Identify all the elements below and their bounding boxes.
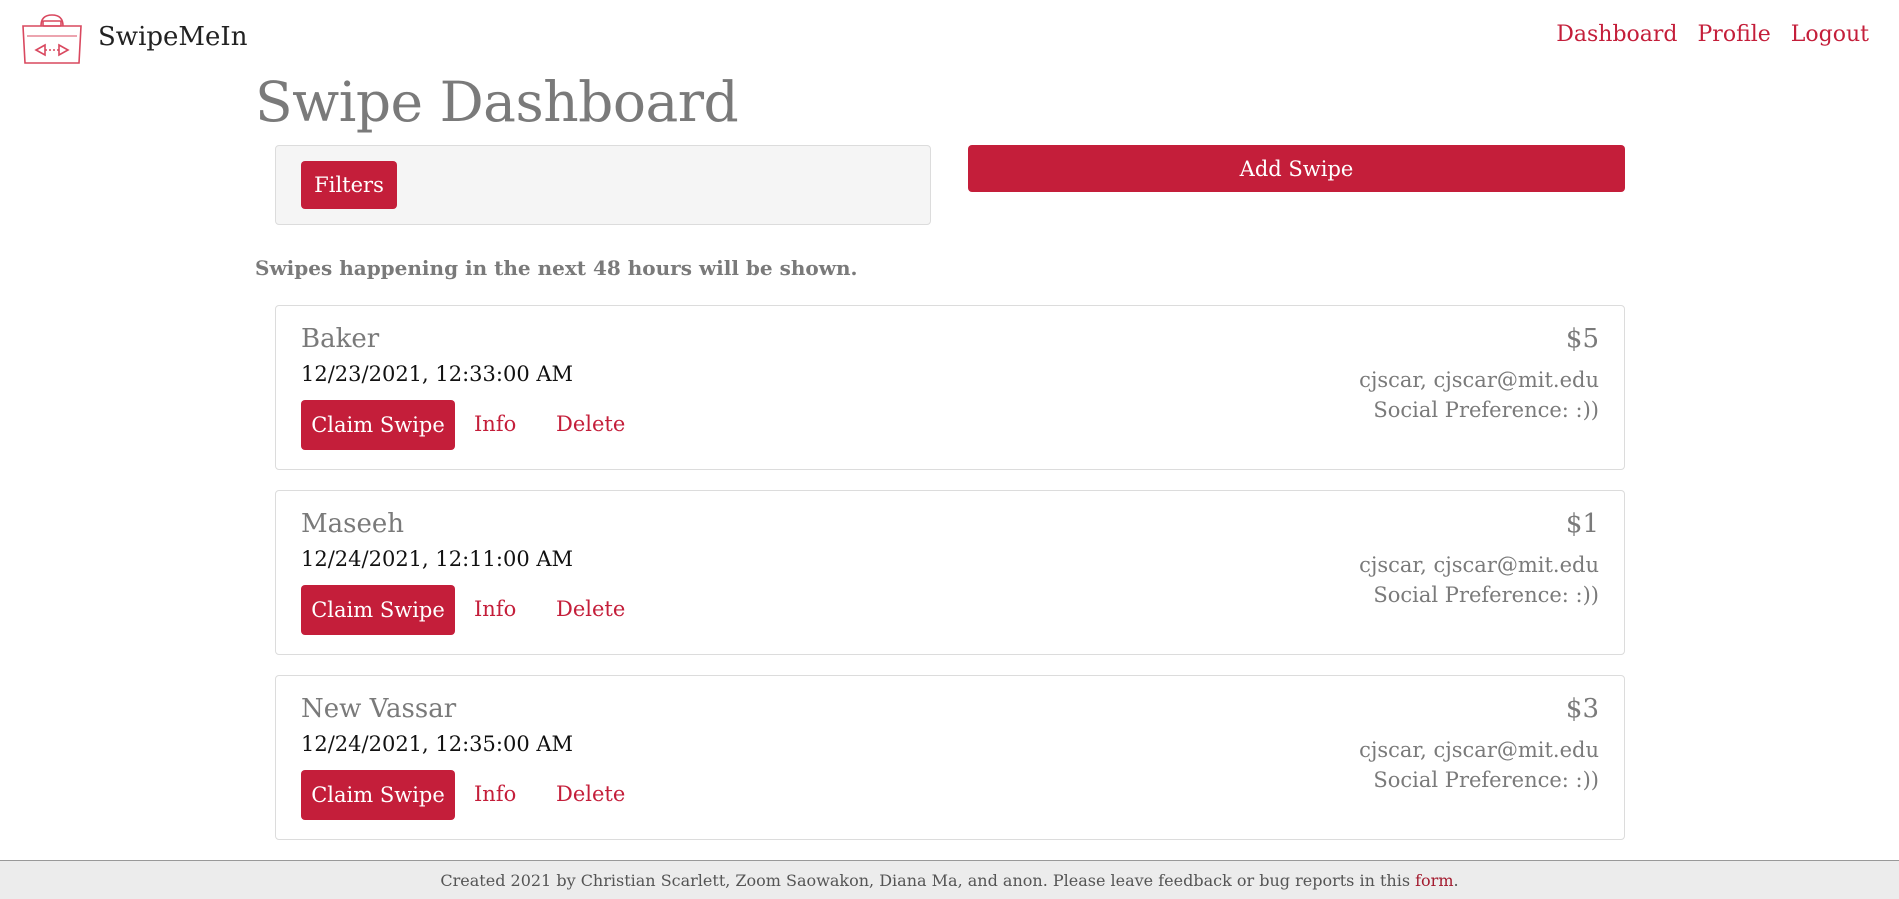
swipe-datetime: 12/24/2021, 12:35:00 AM — [301, 732, 574, 756]
delete-link[interactable]: Delete — [556, 412, 625, 436]
brand[interactable]: SwipeMeIn — [19, 12, 247, 65]
add-swipe-button[interactable]: Add Swipe — [968, 145, 1625, 192]
nav-logout-link[interactable]: Logout — [1791, 22, 1869, 47]
swipe-card: Maseeh 12/24/2021, 12:11:00 AM Claim Swi… — [275, 490, 1625, 655]
swipe-price: $1 — [1565, 509, 1599, 539]
swipe-datetime: 12/24/2021, 12:11:00 AM — [301, 547, 574, 571]
footer-credits: Created 2021 by Christian Scarlett, Zoom… — [440, 871, 1416, 890]
footer-suffix: . — [1453, 871, 1459, 890]
claim-swipe-button[interactable]: Claim Swipe — [301, 770, 455, 820]
swipe-location: New Vassar — [301, 694, 457, 724]
nav-links: Dashboard Profile Logout — [1556, 22, 1869, 47]
swipe-location: Maseeh — [301, 509, 404, 539]
social-preference: Social Preference: :)) — [1373, 398, 1599, 422]
info-link[interactable]: Info — [474, 597, 516, 621]
social-preference: Social Preference: :)) — [1373, 768, 1599, 792]
footer: Created 2021 by Christian Scarlett, Zoom… — [0, 860, 1899, 899]
swipe-price: $3 — [1565, 694, 1599, 724]
swipe-card: New Vassar 12/24/2021, 12:35:00 AM Claim… — [275, 675, 1625, 840]
swipe-datetime: 12/23/2021, 12:33:00 AM — [301, 362, 574, 386]
swipe-card: Baker 12/23/2021, 12:33:00 AM Claim Swip… — [275, 305, 1625, 470]
swipe-card-logo-icon — [22, 14, 82, 64]
brand-name: SwipeMeIn — [98, 22, 248, 52]
claim-swipe-button[interactable]: Claim Swipe — [301, 400, 455, 450]
delete-link[interactable]: Delete — [556, 597, 625, 621]
nav-profile-link[interactable]: Profile — [1698, 22, 1771, 47]
swipe-owner: cjscar, cjscar@mit.edu — [1359, 553, 1599, 577]
top-navbar: SwipeMeIn Dashboard Profile Logout — [0, 0, 1899, 76]
swipe-location: Baker — [301, 324, 380, 354]
swipe-owner: cjscar, cjscar@mit.edu — [1359, 738, 1599, 762]
info-link[interactable]: Info — [474, 782, 516, 806]
feedback-form-link[interactable]: form — [1415, 871, 1453, 890]
info-link[interactable]: Info — [474, 412, 516, 436]
nav-dashboard-link[interactable]: Dashboard — [1556, 22, 1677, 47]
filters-button[interactable]: Filters — [301, 161, 397, 209]
page-title: Swipe Dashboard — [255, 70, 739, 134]
social-preference: Social Preference: :)) — [1373, 583, 1599, 607]
delete-link[interactable]: Delete — [556, 782, 625, 806]
swipe-owner: cjscar, cjscar@mit.edu — [1359, 368, 1599, 392]
claim-swipe-button[interactable]: Claim Swipe — [301, 585, 455, 635]
footer-text: Created 2021 by Christian Scarlett, Zoom… — [0, 871, 1899, 890]
filters-panel: Filters — [275, 145, 931, 225]
swipes-window-notice: Swipes happening in the next 48 hours wi… — [255, 256, 858, 280]
swipe-price: $5 — [1565, 324, 1599, 354]
